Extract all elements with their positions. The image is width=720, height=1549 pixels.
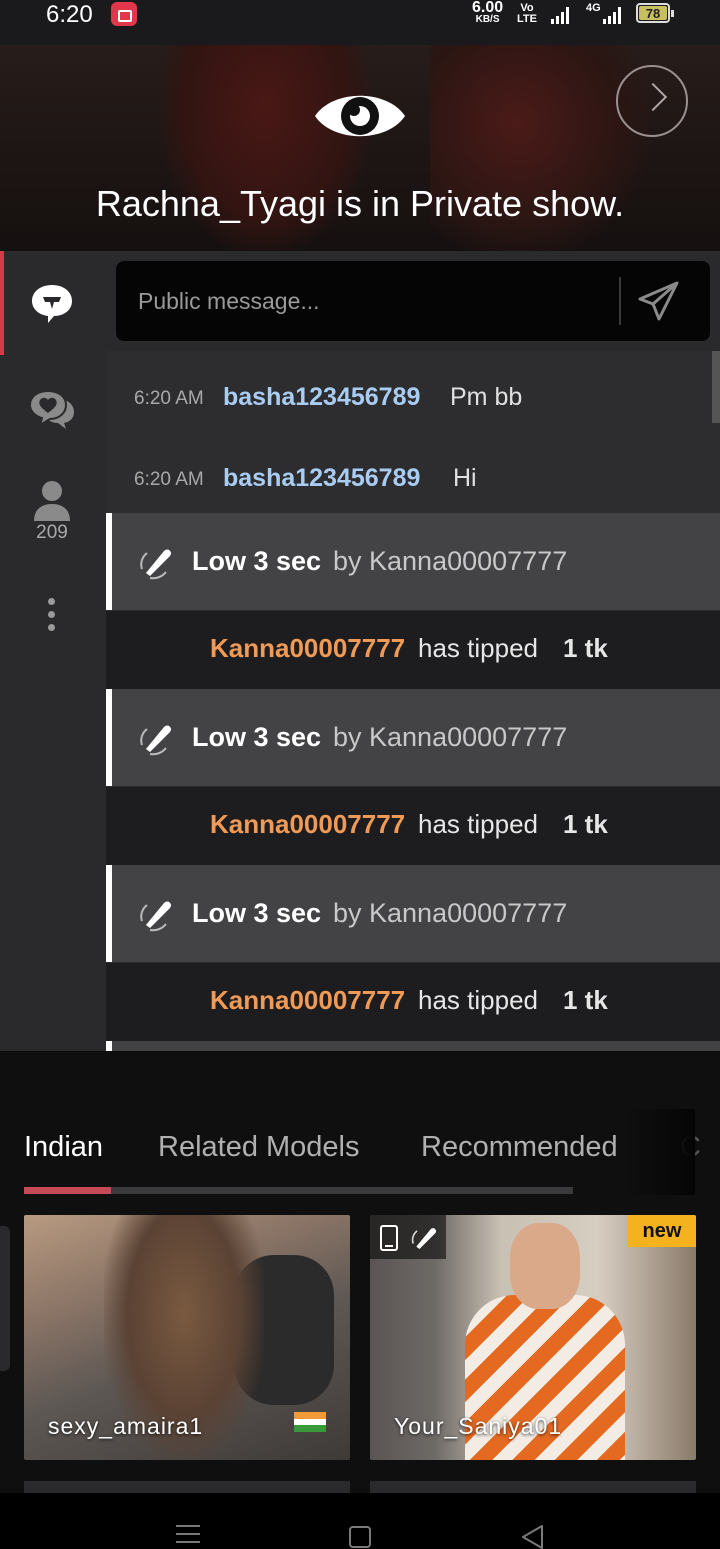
- message-input-box: [116, 261, 710, 341]
- tab-indian[interactable]: Indian: [24, 1131, 103, 1164]
- mobile-icon: [380, 1225, 398, 1251]
- private-show-text: Rachna_Tyagi is in Private show.: [95, 183, 625, 224]
- tipper-name[interactable]: Kanna00007777: [210, 809, 405, 840]
- signal-icon-2: [603, 6, 625, 24]
- tipper-name[interactable]: Kanna00007777: [210, 633, 405, 664]
- eye-icon: [315, 95, 405, 137]
- back-icon[interactable]: [520, 1524, 546, 1549]
- tip-amount: 1 tk: [563, 633, 608, 663]
- network-type: 4G: [586, 2, 601, 14]
- vibe-event-partial: [106, 1041, 720, 1051]
- tip-amount: 1 tk: [563, 985, 608, 1015]
- more-options-icon[interactable]: [48, 598, 56, 632]
- volte-indicator: Vo LTE: [517, 2, 537, 25]
- status-bar: 6:20 6.00 KB/S Vo LTE 4G 78: [0, 0, 720, 45]
- chevron-right-icon: [638, 82, 668, 112]
- tip-text: has tipped: [418, 633, 538, 663]
- model-card[interactable]: sexy_amaira1: [24, 1215, 350, 1460]
- vibe-level: Low 3 sec: [192, 546, 322, 576]
- tip-message: Kanna00007777 has tipped 1 tk: [106, 611, 720, 689]
- message-username[interactable]: basha123456789: [223, 383, 420, 412]
- tip-message: Kanna00007777 has tipped 1 tk: [106, 963, 720, 1041]
- chat-message: 6:20 AM basha123456789 Hi: [106, 432, 720, 513]
- chat-heart-icon: [28, 389, 74, 429]
- vibrator-icon: [140, 725, 172, 756]
- message-time: 6:20 AM: [134, 388, 204, 409]
- vibe-event: Low 3 sec by Kanna00007777: [106, 865, 720, 962]
- tip-message: Kanna00007777 has tipped 1 tk: [106, 787, 720, 865]
- users-count: 209: [36, 522, 68, 543]
- model-card-partial[interactable]: [24, 1481, 350, 1493]
- net-speed-unit: KB/S: [475, 14, 500, 25]
- recents-icon[interactable]: [176, 1525, 200, 1545]
- vibe-event: Low 3 sec by Kanna00007777: [106, 513, 720, 610]
- message-text: Pm bb: [450, 383, 523, 411]
- battery-level: 78: [645, 6, 661, 21]
- vibe-level: Low 3 sec: [192, 722, 322, 752]
- tab-public-chat[interactable]: [0, 251, 104, 355]
- category-tabs: Indian Related Models Recommended C: [0, 1131, 720, 1171]
- message-time: 6:20 AM: [134, 469, 204, 490]
- home-icon[interactable]: [349, 1526, 371, 1548]
- vibe-by: by Kanna00007777: [333, 722, 568, 752]
- model-name: sexy_amaira1: [48, 1413, 204, 1439]
- chat-tab-rail: 209: [0, 251, 104, 1051]
- vibe-by: by Kanna00007777: [333, 898, 568, 928]
- input-divider: [619, 277, 621, 325]
- chat-message: 6:20 AM basha123456789 Pm bb: [106, 351, 720, 432]
- vibrator-icon: [140, 901, 172, 932]
- screen-record-icon: [111, 2, 137, 26]
- message-text: Hi: [453, 464, 477, 492]
- tab-private-chat[interactable]: [0, 355, 104, 459]
- drawer-handle[interactable]: [0, 1226, 10, 1371]
- model-name: Your_Saniya01: [394, 1413, 563, 1439]
- tip-amount: 1 tk: [563, 809, 608, 839]
- user-icon: [34, 481, 70, 521]
- india-flag-icon: [294, 1412, 326, 1433]
- tab-related-models[interactable]: Related Models: [158, 1131, 360, 1164]
- system-nav-bar: [0, 1493, 720, 1549]
- net-speed: 6.00 KB/S: [472, 0, 503, 25]
- vibe-event: Low 3 sec by Kanna00007777: [106, 689, 720, 786]
- battery-icon: 78: [636, 3, 674, 23]
- model-card[interactable]: new Your_Saniya01: [370, 1215, 696, 1460]
- status-time: 6:20: [46, 1, 93, 28]
- vibrator-icon: [411, 1228, 437, 1250]
- tabs-fade: [625, 1109, 695, 1195]
- send-icon[interactable]: [637, 279, 681, 323]
- models-section: Indian Related Models Recommended C sexy…: [0, 1051, 720, 1493]
- signal-icon: [551, 6, 573, 24]
- public-chat-icon: [32, 285, 72, 323]
- tab-recommended[interactable]: Recommended: [421, 1131, 618, 1164]
- tab-indicator: [24, 1187, 111, 1194]
- new-badge: new: [628, 1215, 696, 1247]
- private-show-banner: Rachna_Tyagi is in Private show.: [0, 45, 720, 251]
- tab-users[interactable]: [0, 459, 104, 563]
- chat-panel: 6:20 AM basha123456789 Pm bb 6:20 AM bas…: [104, 251, 720, 1051]
- vibe-by: by Kanna00007777: [333, 546, 568, 576]
- chat-feed[interactable]: 6:20 AM basha123456789 Pm bb 6:20 AM bas…: [106, 351, 720, 1051]
- vibe-level: Low 3 sec: [192, 898, 322, 928]
- message-username[interactable]: basha123456789: [223, 464, 420, 493]
- tipper-name[interactable]: Kanna00007777: [210, 985, 405, 1016]
- vibrator-icon: [140, 549, 172, 580]
- next-model-button[interactable]: [616, 65, 688, 137]
- card-icons: [370, 1215, 446, 1259]
- model-card-partial[interactable]: [370, 1481, 696, 1493]
- tip-text: has tipped: [418, 809, 538, 839]
- tip-text: has tipped: [418, 985, 538, 1015]
- public-message-input[interactable]: [138, 261, 598, 341]
